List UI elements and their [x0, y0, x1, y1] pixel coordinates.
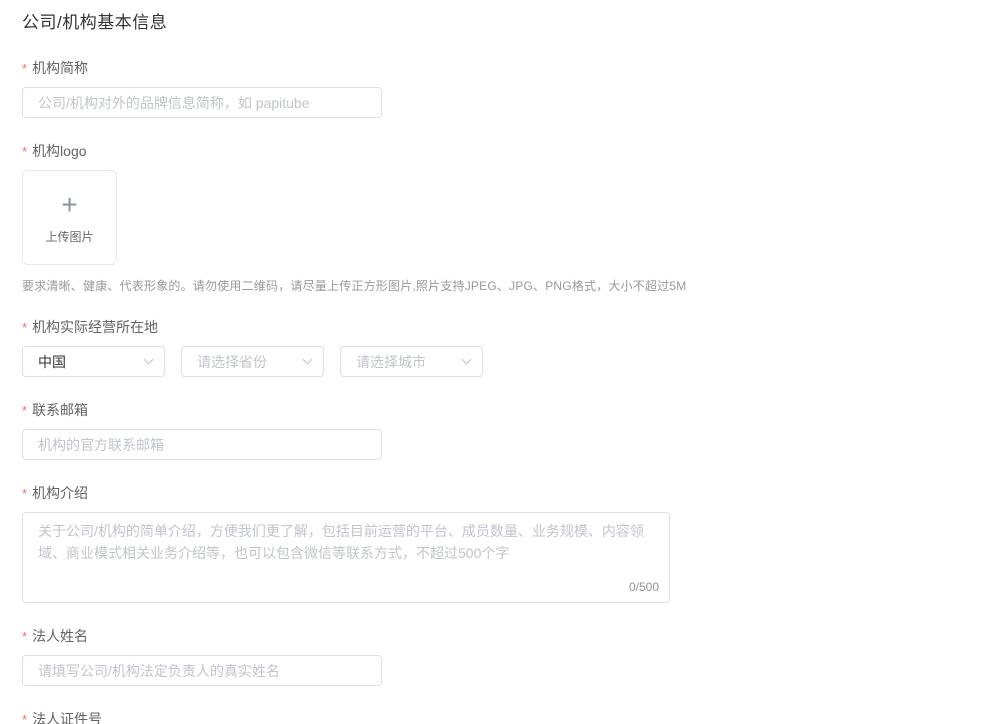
upload-image-label: 上传图片	[45, 228, 93, 245]
legal-name-label-text: 法人姓名	[32, 628, 88, 644]
form-container: 公司/机构基本信息 * 机构简称 * 机构logo + 上传图片 要求清晰、健康、代…	[0, 0, 1005, 724]
char-counter: 0/500	[625, 580, 659, 594]
required-asterisk: *	[22, 61, 27, 76]
country-select-value: 中国	[38, 352, 66, 372]
form-item-location: * 机构实际经营所在地 中国 请选择省份 请选择城市	[22, 317, 1005, 377]
legal-name-label: * 法人姓名	[22, 626, 1005, 646]
required-asterisk: *	[22, 712, 27, 724]
legal-id-label: * 法人证件号	[22, 709, 1005, 724]
intro-label: * 机构介绍	[22, 483, 1005, 503]
logo-upload-hint: 要求清晰、健康、代表形象的。请勿使用二维码，请尽量上传正方形图片,照片支持JPE…	[22, 277, 1005, 294]
form-item-short-name: * 机构简称	[22, 58, 1005, 118]
legal-name-input[interactable]	[22, 655, 382, 686]
form-item-logo: * 机构logo + 上传图片 要求清晰、健康、代表形象的。请勿使用二维码，请尽量…	[22, 141, 1005, 294]
logo-upload-button[interactable]: + 上传图片	[22, 170, 117, 265]
location-label: * 机构实际经营所在地	[22, 317, 1005, 337]
plus-icon: +	[61, 191, 77, 219]
chevron-down-icon	[462, 355, 472, 365]
required-asterisk: *	[22, 486, 27, 501]
email-input[interactable]	[22, 429, 382, 460]
country-select[interactable]: 中国	[22, 346, 165, 377]
email-label: * 联系邮箱	[22, 400, 1005, 420]
short-name-label-text: 机构简称	[32, 60, 88, 76]
city-select-placeholder: 请选择城市	[356, 352, 426, 372]
chevron-down-icon	[303, 355, 313, 365]
required-asterisk: *	[22, 403, 27, 418]
intro-textarea[interactable]	[22, 512, 670, 603]
logo-label: * 机构logo	[22, 141, 1005, 161]
form-item-intro: * 机构介绍 0/500	[22, 483, 1005, 603]
legal-id-label-text: 法人证件号	[32, 711, 102, 724]
email-label-text: 联系邮箱	[32, 402, 88, 418]
location-select-row: 中国 请选择省份 请选择城市	[22, 346, 1005, 377]
required-asterisk: *	[22, 629, 27, 644]
location-label-text: 机构实际经营所在地	[32, 319, 158, 335]
required-asterisk: *	[22, 144, 27, 159]
page-title: 公司/机构基本信息	[22, 8, 1005, 33]
city-select[interactable]: 请选择城市	[340, 346, 483, 377]
form-item-email: * 联系邮箱	[22, 400, 1005, 460]
required-asterisk: *	[22, 320, 27, 335]
intro-label-text: 机构介绍	[32, 485, 88, 501]
province-select-placeholder: 请选择省份	[197, 352, 267, 372]
chevron-down-icon	[144, 355, 154, 365]
logo-label-text: 机构logo	[32, 143, 86, 159]
form-item-legal-name: * 法人姓名	[22, 626, 1005, 686]
short-name-input[interactable]	[22, 87, 382, 118]
province-select[interactable]: 请选择省份	[181, 346, 324, 377]
intro-textarea-wrap: 0/500	[22, 512, 670, 603]
form-item-legal-id: * 法人证件号	[22, 709, 1005, 724]
short-name-label: * 机构简称	[22, 58, 1005, 78]
